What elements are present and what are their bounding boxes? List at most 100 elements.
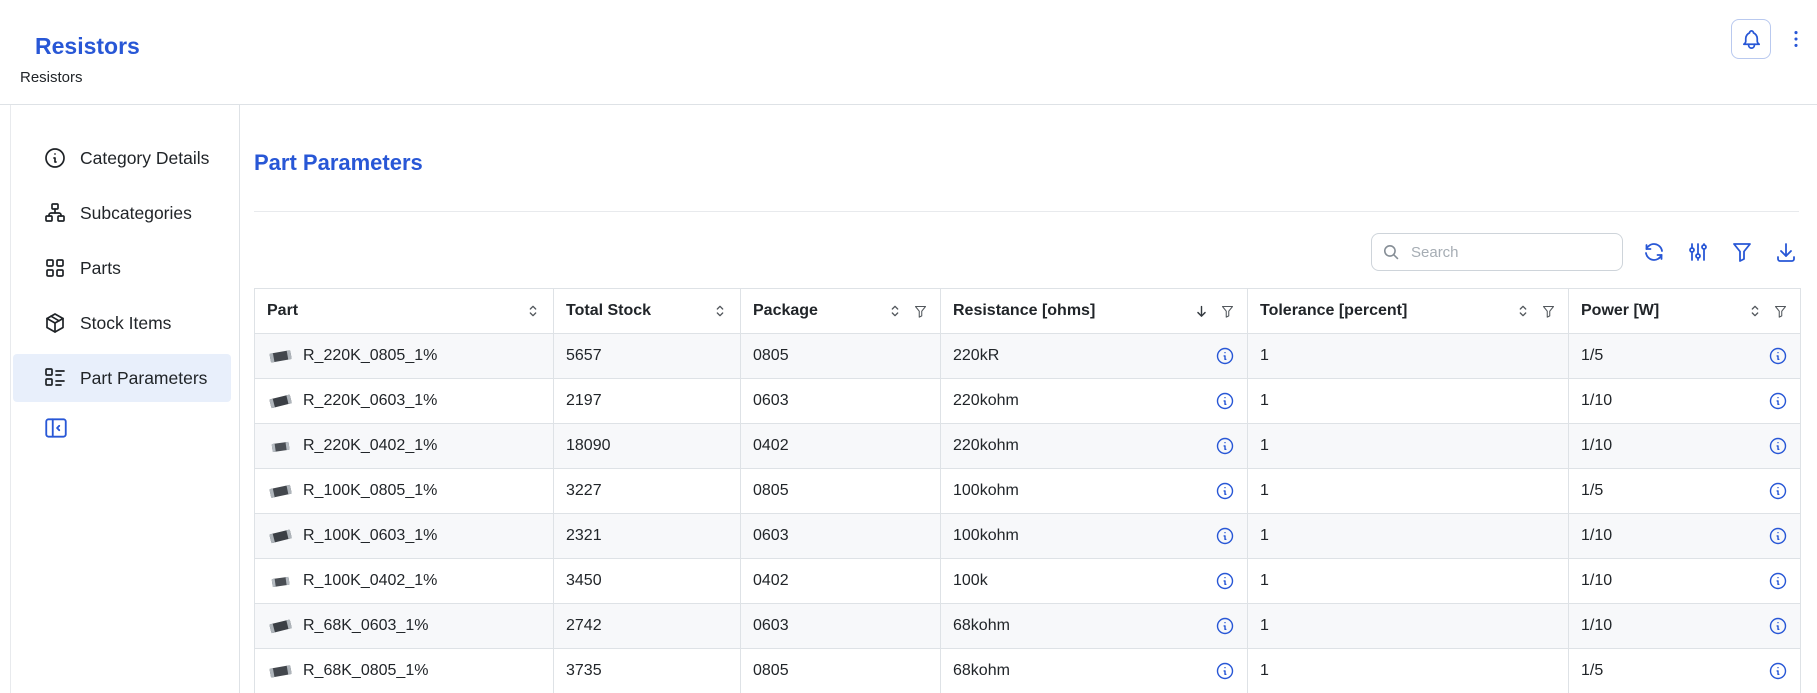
cell-total-stock: 3227 (554, 469, 741, 514)
info-icon[interactable] (1768, 661, 1788, 681)
column-filter-icon[interactable] (1541, 304, 1556, 319)
cell-package: 0402 (741, 559, 941, 604)
cell-package: 0402 (741, 424, 941, 469)
part-name: R_68K_0805_1% (303, 662, 428, 680)
column-label: Power [W] (1581, 302, 1659, 320)
app-root: Resistors Resistors (0, 0, 1817, 693)
part-name: R_100K_0603_1% (303, 527, 437, 545)
table-options-button[interactable] (1685, 239, 1711, 265)
cell-power: 1/5 (1569, 649, 1801, 693)
column-label: Total Stock (566, 302, 651, 320)
column-label: Resistance [ohms] (953, 302, 1095, 320)
table-row[interactable]: R_100K_0805_1% 3227 0805 100kohm 1 1/ (255, 469, 1801, 514)
table-row[interactable]: R_220K_0603_1% 2197 0603 220kohm 1 1/ (255, 379, 1801, 424)
part-thumbnail (267, 436, 294, 457)
search-icon (1382, 243, 1401, 262)
info-icon[interactable] (1768, 616, 1788, 636)
sidebar-item-stock-items[interactable]: Stock Items (13, 299, 231, 347)
info-icon[interactable] (1768, 391, 1788, 411)
sidebar-item-label: Category Details (80, 148, 209, 169)
cell-package: 0603 (741, 604, 941, 649)
sidebar-item-category-details[interactable]: Category Details (13, 134, 231, 182)
info-icon[interactable] (1768, 481, 1788, 501)
sidebar-collapse-button[interactable] (43, 415, 69, 441)
cell-part: R_68K_0603_1% (255, 604, 554, 649)
cell-resistance: 220kohm (941, 379, 1248, 424)
part-name: R_220K_0805_1% (303, 347, 437, 365)
list-details-icon (43, 366, 67, 390)
info-icon[interactable] (1215, 661, 1235, 681)
cell-resistance: 220kR (941, 334, 1248, 379)
kebab-menu-button[interactable] (1781, 24, 1811, 54)
table-row[interactable]: R_100K_0603_1% 2321 0603 100kohm 1 1/ (255, 514, 1801, 559)
column-header-total-stock[interactable]: Total Stock (554, 289, 741, 334)
table-row[interactable]: R_68K_0805_1% 3735 0805 68kohm 1 1/5 (255, 649, 1801, 693)
part-name: R_100K_0402_1% (303, 572, 437, 590)
cell-tolerance: 1 (1248, 424, 1569, 469)
cell-part: R_220K_0603_1% (255, 379, 554, 424)
sort-selector-icon (525, 303, 541, 319)
info-icon[interactable] (1215, 346, 1235, 366)
table-row[interactable]: R_220K_0805_1% 5657 0805 220kR 1 1/5 (255, 334, 1801, 379)
cell-package: 0805 (741, 649, 941, 693)
column-header-tolerance[interactable]: Tolerance [percent] (1248, 289, 1569, 334)
column-filter-icon[interactable] (913, 304, 928, 319)
cell-tolerance: 1 (1248, 604, 1569, 649)
column-filter-icon[interactable] (1220, 304, 1235, 319)
adjustments-icon (1686, 240, 1710, 264)
info-icon[interactable] (1215, 526, 1235, 546)
column-header-part[interactable]: Part (255, 289, 554, 334)
cell-power: 1/10 (1569, 604, 1801, 649)
part-thumbnail (267, 481, 294, 502)
info-icon[interactable] (1768, 526, 1788, 546)
table-row[interactable]: R_68K_0603_1% 2742 0603 68kohm 1 1/10 (255, 604, 1801, 649)
info-icon[interactable] (1768, 346, 1788, 366)
column-header-resistance[interactable]: Resistance [ohms] (941, 289, 1248, 334)
cell-power: 1/10 (1569, 424, 1801, 469)
search-input[interactable] (1409, 243, 1612, 262)
column-filter-icon[interactable] (1773, 304, 1788, 319)
part-name: R_220K_0402_1% (303, 437, 437, 455)
info-circle-icon (43, 146, 67, 170)
page-title: Resistors (35, 33, 140, 60)
parameters-table: Part Total Stock (254, 288, 1801, 693)
cell-resistance: 68kohm (941, 649, 1248, 693)
info-icon[interactable] (1215, 481, 1235, 501)
info-icon[interactable] (1215, 436, 1235, 456)
info-icon[interactable] (1768, 436, 1788, 456)
cell-total-stock: 3450 (554, 559, 741, 604)
sidebar-item-parts[interactable]: Parts (13, 244, 231, 292)
download-icon (1774, 240, 1798, 264)
info-icon[interactable] (1215, 391, 1235, 411)
download-button[interactable] (1773, 239, 1799, 265)
filter-button[interactable] (1729, 239, 1755, 265)
cell-resistance: 100kohm (941, 469, 1248, 514)
info-icon[interactable] (1215, 616, 1235, 636)
column-header-package[interactable]: Package (741, 289, 941, 334)
cell-power: 1/5 (1569, 334, 1801, 379)
info-icon[interactable] (1215, 571, 1235, 591)
sitemap-icon (43, 201, 67, 225)
cell-part: R_100K_0805_1% (255, 469, 554, 514)
heading-divider (254, 211, 1799, 212)
table-toolbar (254, 233, 1799, 271)
sidebar-item-label: Stock Items (80, 313, 171, 334)
part-name: R_100K_0805_1% (303, 482, 437, 500)
cell-part: R_68K_0805_1% (255, 649, 554, 693)
refresh-icon (1642, 240, 1666, 264)
cell-package: 0603 (741, 514, 941, 559)
part-name: R_220K_0603_1% (303, 392, 437, 410)
table-row[interactable]: R_220K_0402_1% 18090 0402 220kohm 1 1 (255, 424, 1801, 469)
sidebar-item-subcategories[interactable]: Subcategories (13, 189, 231, 237)
part-name: R_68K_0603_1% (303, 617, 428, 635)
notifications-button[interactable] (1731, 19, 1771, 59)
refresh-button[interactable] (1641, 239, 1667, 265)
bell-icon (1740, 28, 1763, 51)
cell-resistance: 100kohm (941, 514, 1248, 559)
table-row[interactable]: R_100K_0402_1% 3450 0402 100k 1 1/10 (255, 559, 1801, 604)
info-icon[interactable] (1768, 571, 1788, 591)
sidebar-item-part-parameters[interactable]: Part Parameters (13, 354, 231, 402)
column-header-power[interactable]: Power [W] (1569, 289, 1801, 334)
breadcrumb[interactable]: Resistors (20, 69, 83, 86)
table-header-row: Part Total Stock (255, 289, 1801, 334)
